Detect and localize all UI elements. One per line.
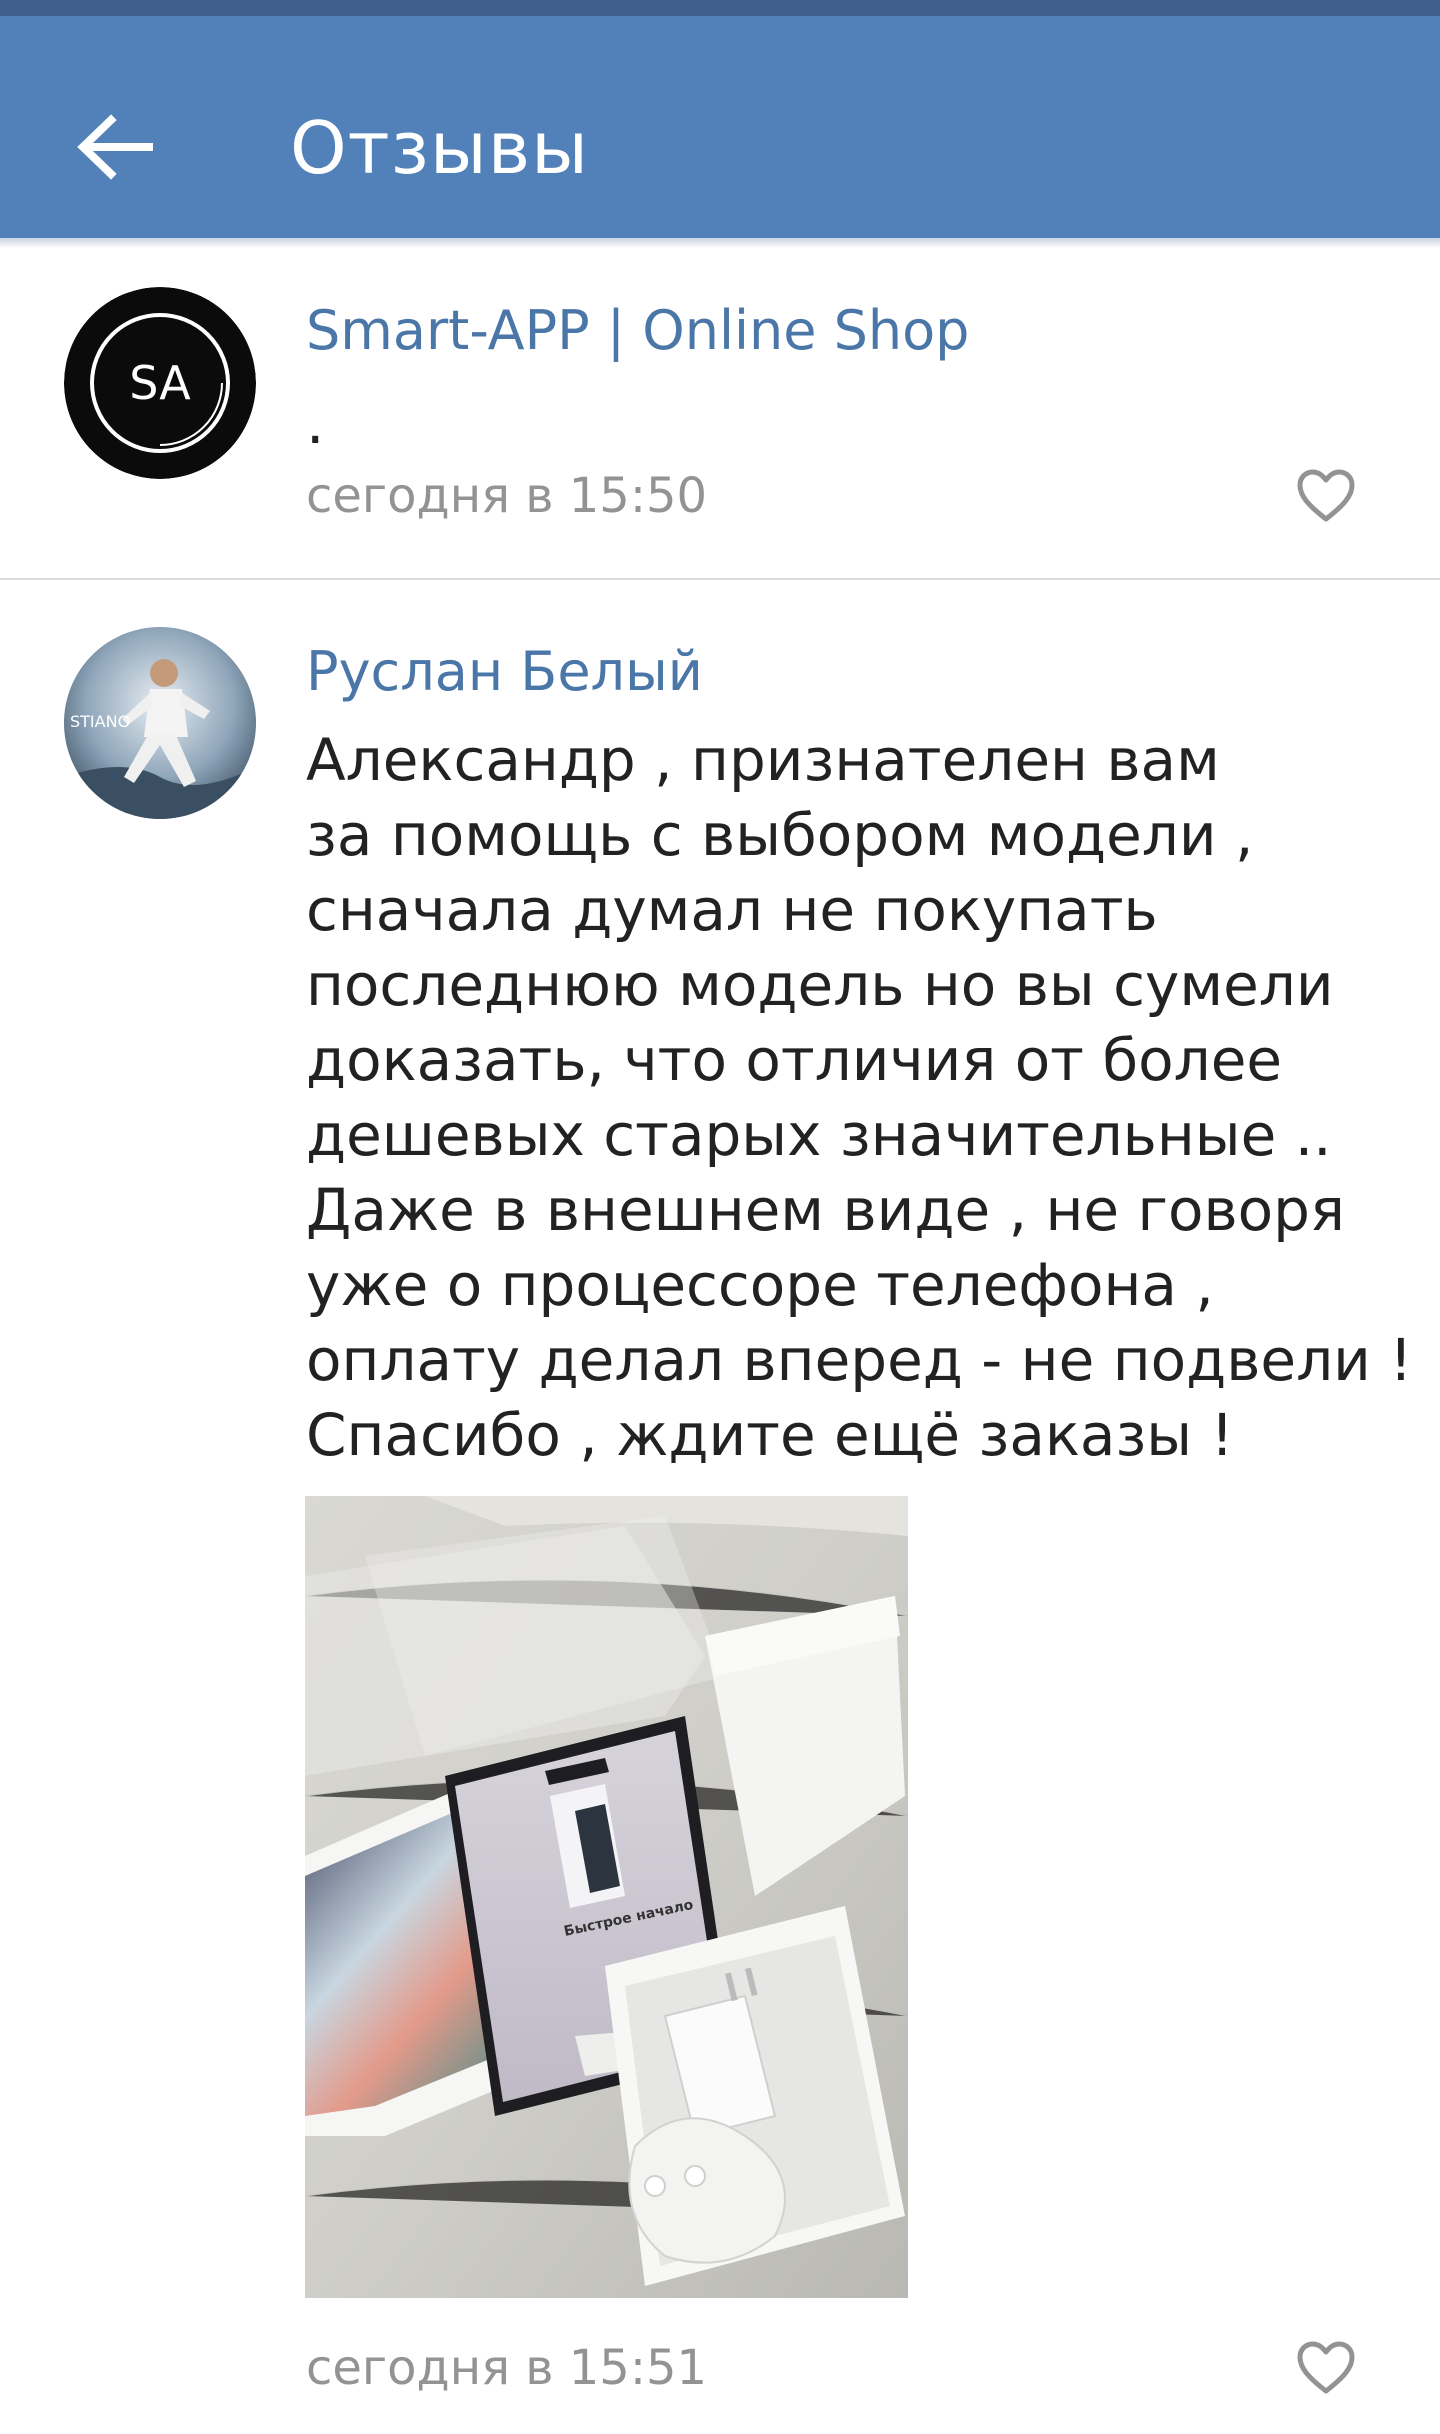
- attached-photo[interactable]: Быстрое начало: [305, 1496, 908, 2298]
- app-bar: Отзывы: [0, 16, 1440, 238]
- heart-outline-icon: [1297, 2341, 1355, 2394]
- comment-text-line: оплату делал вперед - не подвели !: [306, 1326, 1413, 1394]
- comment-text-line: Даже в внешнем виде , не говоря: [306, 1176, 1345, 1244]
- user-photo: STIANO: [64, 627, 256, 819]
- comment-text-line: уже о процессоре телефона ,: [306, 1251, 1214, 1319]
- like-button[interactable]: [1290, 460, 1362, 532]
- phone-unboxing-image: Быстрое начало: [305, 1496, 908, 2298]
- back-button[interactable]: [60, 92, 170, 202]
- comment-timestamp: сегодня в 15:50: [306, 468, 708, 524]
- comment-author[interactable]: Руслан Белый: [306, 637, 703, 707]
- comment-text-line: сначала думал не покупать: [306, 876, 1158, 944]
- comment-text-line: Спасибо , ждите ещё заказы !: [306, 1401, 1234, 1469]
- comment-text-line: дешевых старых значительные ..: [306, 1101, 1332, 1169]
- status-bar: [0, 0, 1440, 16]
- avatar[interactable]: STIANO: [64, 627, 256, 819]
- shop-logo: SA: [64, 287, 256, 479]
- arrow-left-icon: [77, 114, 153, 180]
- like-button[interactable]: [1290, 2332, 1362, 2404]
- page-title: Отзывы: [290, 106, 590, 190]
- comment-text-line: доказать, что отличия от более: [306, 1026, 1283, 1094]
- comment-text-line: за помощь с выбором модели ,: [306, 801, 1254, 869]
- comment-text-line: Александр , признателен вам: [306, 726, 1220, 794]
- heart-outline-icon: [1297, 469, 1355, 522]
- svg-text:STIANO: STIANO: [70, 712, 130, 731]
- app-bar-shadow: [0, 238, 1440, 248]
- comment-text: Александр , признателен вам за помощь с …: [306, 723, 1413, 1473]
- comment-text: .: [306, 389, 325, 457]
- avatar[interactable]: SA: [64, 287, 256, 479]
- comment-author[interactable]: Smart-APP | Online Shop: [306, 296, 969, 366]
- comment-timestamp: сегодня в 15:51: [306, 2340, 708, 2396]
- divider: [0, 578, 1440, 580]
- svg-text:SA: SA: [129, 356, 191, 410]
- comment-text-line: последнюю модель но вы сумели: [306, 951, 1334, 1019]
